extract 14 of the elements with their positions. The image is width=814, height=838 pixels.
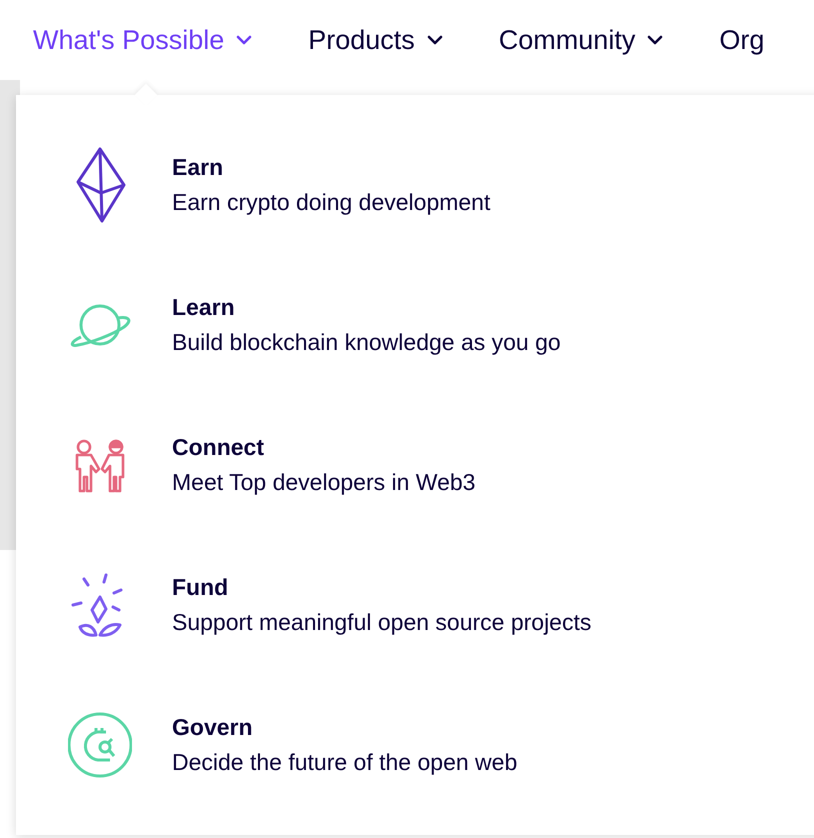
menu-item-description: Support meaningful open source projects <box>172 609 592 636</box>
menu-item-description: Build blockchain knowledge as you go <box>172 329 561 356</box>
menu-item-description: Earn crypto doing development <box>172 189 490 216</box>
nav-link[interactable]: What's Possible <box>33 24 252 56</box>
menu-item-title[interactable]: Earn <box>172 154 490 181</box>
menu-item-title[interactable]: Govern <box>172 714 518 741</box>
menu-item-title[interactable]: Learn <box>172 294 561 321</box>
nav-link[interactable]: Community <box>498 24 664 56</box>
nav-link[interactable]: Org <box>719 24 764 56</box>
menu-item-title[interactable]: Fund <box>172 574 592 601</box>
menu-item-description: Meet Top developers in Web3 <box>172 469 476 496</box>
nav-link[interactable]: Products <box>308 24 443 56</box>
menu-item-description: Decide the future of the open web <box>172 749 518 776</box>
menu-item-title[interactable]: Connect <box>172 434 476 461</box>
